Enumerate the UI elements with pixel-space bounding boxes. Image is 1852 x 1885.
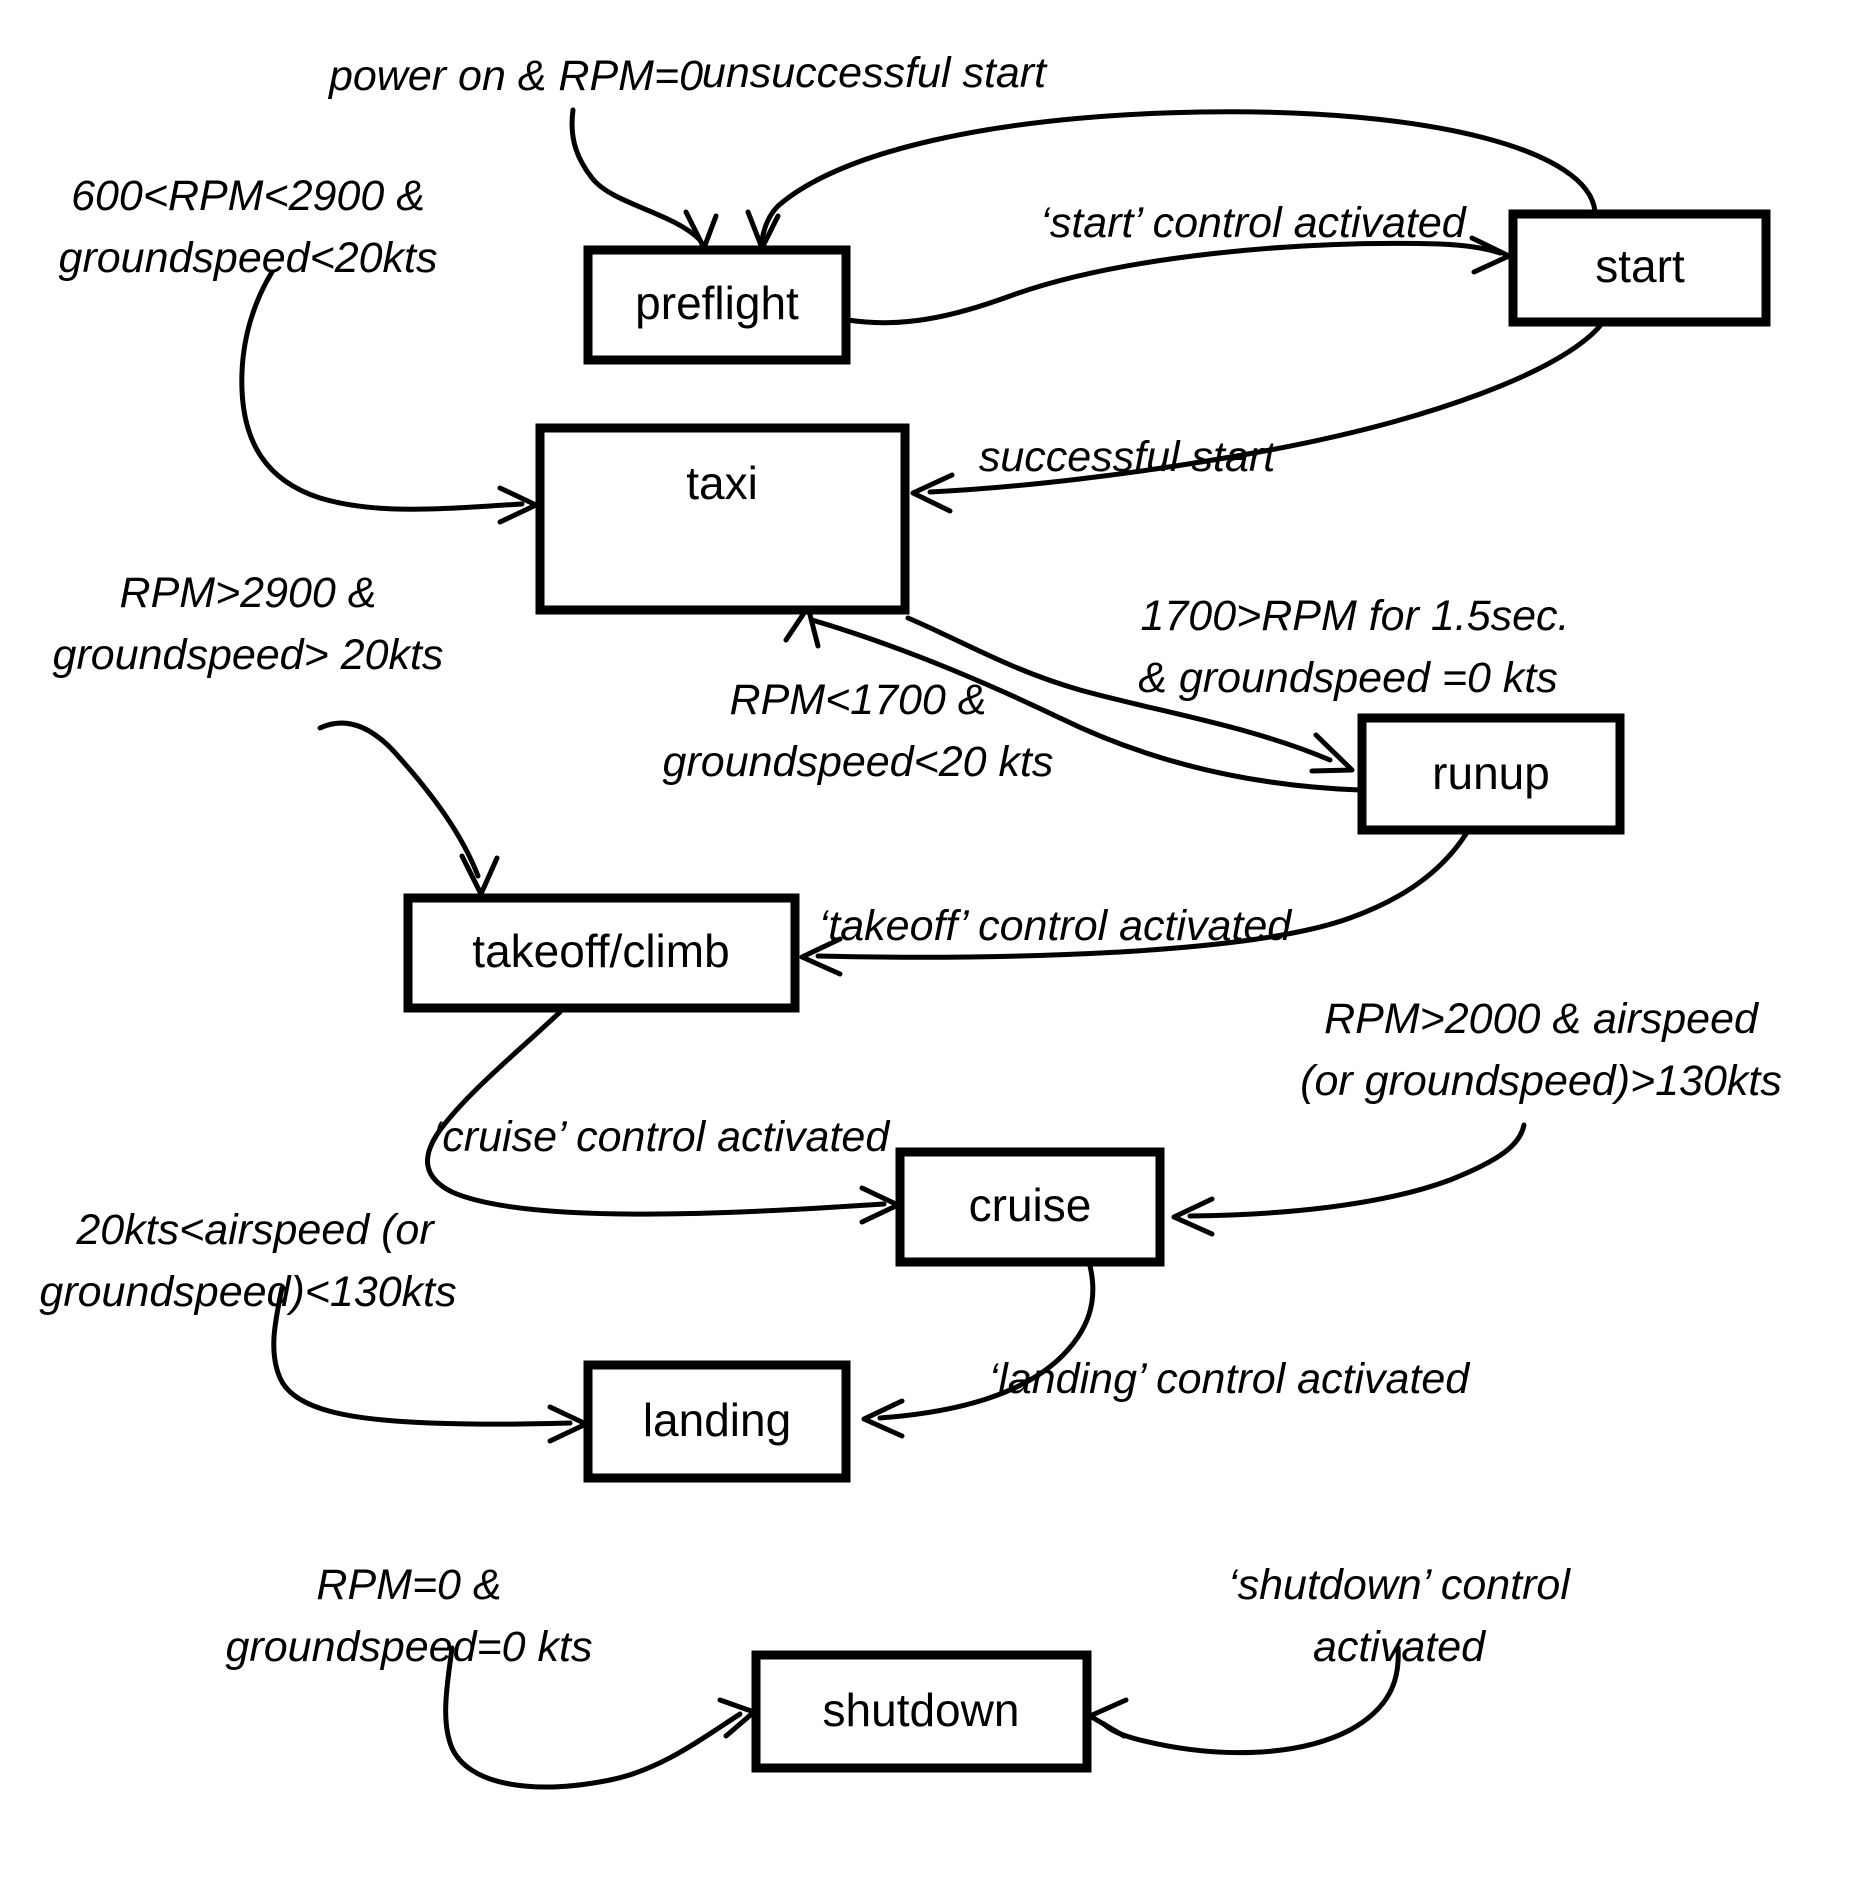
edge-successful-start [910,323,1603,514]
edge-power-on-to-preflight [569,107,719,251]
edge-label-airspeed-window-line2: groundspeed)<130kts [39,1268,456,1316]
state-takeoff-climb[interactable]: takeoff/climb [403,893,800,1013]
state-taxi-label: taxi [686,457,758,509]
edge-label-shutdown-control-line2: activated [1313,1623,1487,1671]
edge-label-rpm-1700-line2: & groundspeed =0 kts [1138,654,1558,702]
edge-label-rpm-1700-line1: 1700>RPM for 1.5sec. [1140,592,1569,640]
edge-landing-control-activated [861,1263,1096,1439]
flight-phase-state-diagram: preflight start taxi runup takeoff/climb… [39,49,1782,1790]
state-start[interactable]: start [1508,209,1771,327]
edge-label-start-control: ‘start’ control activated [1040,199,1468,247]
edge-label-power-on: power on & RPM=0 [327,52,703,100]
edge-label-rpm-gt-2900-line1: RPM>2900 & [120,569,377,617]
edge-label-shutdown-control-line1: ‘shutdown’ control [1228,1561,1571,1609]
edge-label-rpm-zero-line2: groundspeed=0 kts [226,1623,593,1671]
state-runup[interactable]: runup [1357,713,1625,835]
edge-label-cruise-control: ‘cruise’ control activated [433,1113,892,1161]
edge-label-rpm-lt-1700-line1: RPM<1700 & [730,676,987,724]
state-preflight[interactable]: preflight [583,245,851,365]
edge-label-rpm-zero-line1: RPM=0 & [316,1561,501,1609]
edge-label-unsuccessful-start: unsuccessful start [702,49,1048,97]
edge-rpm-2000-to-cruise [1171,1122,1527,1237]
state-landing-label: landing [643,1394,791,1446]
edge-rpm-window-to-taxi [239,269,539,525]
state-preflight-label: preflight [635,277,799,329]
edge-label-rpm-2000-line2: (or groundspeed)>130kts [1300,1057,1782,1105]
state-shutdown[interactable]: shutdown [751,1650,1092,1773]
edge-label-takeoff-control: ‘takeoff’ control activated [819,902,1294,950]
state-start-label: start [1595,240,1685,292]
edge-label-airspeed-window-line1: 20kts<airspeed (or [75,1206,435,1254]
state-runup-label: runup [1432,747,1550,799]
state-taxi[interactable]: taxi [535,423,910,615]
edge-label-rpm-window-line2: groundspeed<20kts [59,234,438,282]
edge-label-rpm-2000-line1: RPM>2000 & airspeed [1324,995,1760,1043]
edge-label-successful-start: successful start [979,433,1277,481]
state-diagram-canvas: preflight start taxi runup takeoff/climb… [0,0,1852,1885]
edge-label-rpm-window-line1: 600<RPM<2900 & [71,172,425,220]
state-shutdown-label: shutdown [823,1684,1020,1736]
state-cruise-label: cruise [969,1179,1092,1231]
edge-start-control-activated [845,235,1512,326]
state-cruise[interactable]: cruise [895,1147,1165,1267]
edge-label-rpm-lt-1700-line2: groundspeed<20 kts [663,738,1054,786]
edge-label-rpm-gt-2900-line2: groundspeed> 20kts [53,631,444,679]
state-landing[interactable]: landing [583,1360,851,1483]
state-takeoff-climb-label: takeoff/climb [472,925,729,977]
state-taxi-rect[interactable] [535,423,910,615]
edge-label-landing-control: ‘landing’ control activated [989,1355,1472,1403]
edge-taxi-to-takeoff [317,720,500,897]
